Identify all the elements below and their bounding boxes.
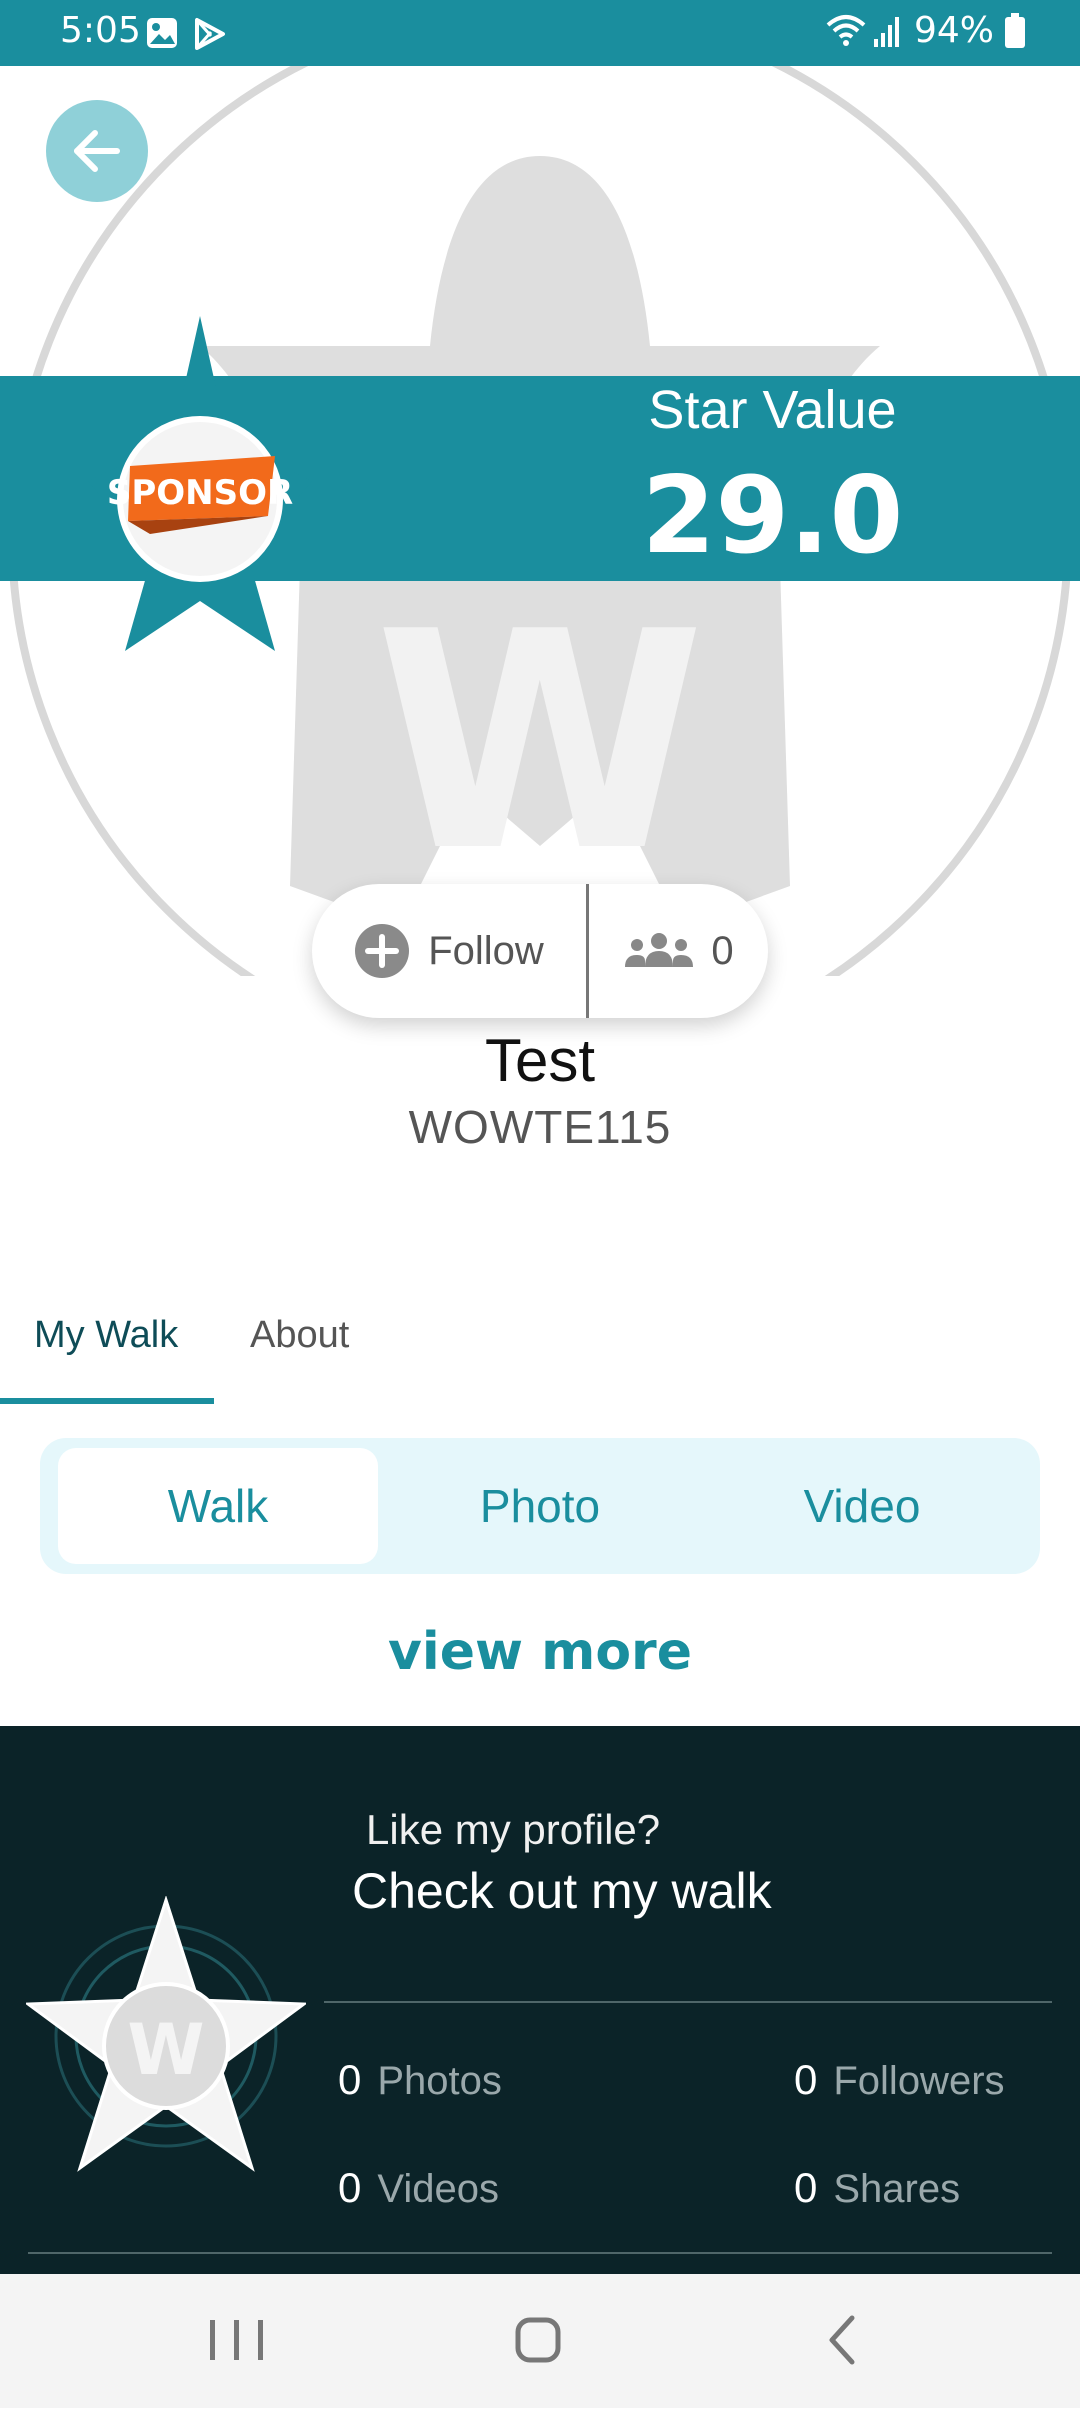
follow-pill: Follow 0: [312, 884, 768, 1018]
followers-count: 0: [711, 928, 734, 973]
followers-stat-label: Followers: [833, 2059, 1005, 2103]
follow-button[interactable]: Follow: [312, 884, 586, 1018]
battery-percent: 94%: [913, 10, 994, 51]
shares-label: Shares: [833, 2167, 961, 2211]
svg-text:W: W: [375, 568, 706, 917]
photos-count: 0: [338, 2056, 362, 2103]
walk-star-logo-icon: W: [26, 1896, 306, 2172]
photos-label: Photos: [377, 2059, 502, 2103]
profile-hero: W Star Value 29.0 SPONSOR: [0, 66, 1080, 976]
profile-tabs: My Walk About: [0, 1300, 1080, 1404]
stat-photos: 0 Photos: [338, 2056, 502, 2104]
tab-my-walk[interactable]: My Walk: [0, 1300, 214, 1404]
videos-label: Videos: [377, 2167, 499, 2211]
back-button[interactable]: [46, 100, 148, 202]
followers-count-button[interactable]: 0: [589, 884, 768, 1018]
stat-followers: 0 Followers: [794, 2056, 1005, 2104]
segment-photo[interactable]: Photo: [380, 1448, 700, 1564]
panel-divider: [324, 2001, 1052, 2003]
gallery-icon: [147, 18, 177, 48]
follow-label: Follow: [428, 928, 544, 973]
followers-stat-count: 0: [794, 2056, 818, 2103]
videos-count: 0: [338, 2164, 362, 2211]
svg-text:SPONSOR: SPONSOR: [107, 473, 293, 513]
system-nav-bar: [0, 2274, 1080, 2408]
tab-my-walk-label: My Walk: [34, 1314, 179, 1356]
tab-about-label: About: [250, 1314, 350, 1356]
segment-walk[interactable]: Walk: [58, 1448, 378, 1564]
shares-count: 0: [794, 2164, 818, 2211]
plus-circle-icon: [355, 924, 410, 978]
panel-subtitle: Like my profile?: [366, 1806, 661, 1853]
stat-shares: 0 Shares: [794, 2164, 960, 2212]
recent-apps-icon[interactable]: [210, 2320, 263, 2360]
wifi-signal-icon: [826, 14, 899, 47]
panel-title: Check out my walk: [352, 1863, 772, 1919]
panel-bottom-divider: [28, 2252, 1052, 2254]
status-time: 5:05: [60, 10, 141, 51]
view-more-link[interactable]: view more: [0, 1622, 1080, 1682]
status-bar: 5:05 94%: [0, 0, 1080, 66]
group-users-icon: [625, 933, 694, 967]
segment-video[interactable]: Video: [702, 1448, 1022, 1564]
play-store-icon: [195, 18, 225, 50]
sponsor-star-badge: SPONSOR: [88, 316, 312, 651]
arrow-left-icon: [74, 130, 120, 172]
svg-text:W: W: [127, 2009, 204, 2091]
status-left-icons: [145, 14, 255, 58]
home-icon[interactable]: [515, 2317, 561, 2363]
star-value-label: Star Value: [648, 380, 897, 440]
star-value: 29.0: [641, 454, 904, 577]
status-right: 94%: [824, 10, 1026, 51]
tab-about[interactable]: About: [214, 1300, 394, 1404]
stat-videos: 0 Videos: [338, 2164, 499, 2212]
back-nav-icon[interactable]: [829, 2315, 855, 2365]
profile-summary-panel: Like my profile? Check out my walk W 0 P…: [0, 1726, 1080, 2274]
profile-name: Test: [484, 1027, 596, 1094]
profile-code: WOWTE115: [408, 1101, 672, 1153]
battery-icon: [1005, 12, 1025, 48]
media-type-segment: Walk Photo Video: [40, 1438, 1040, 1574]
active-tab-indicator: [0, 1398, 214, 1404]
